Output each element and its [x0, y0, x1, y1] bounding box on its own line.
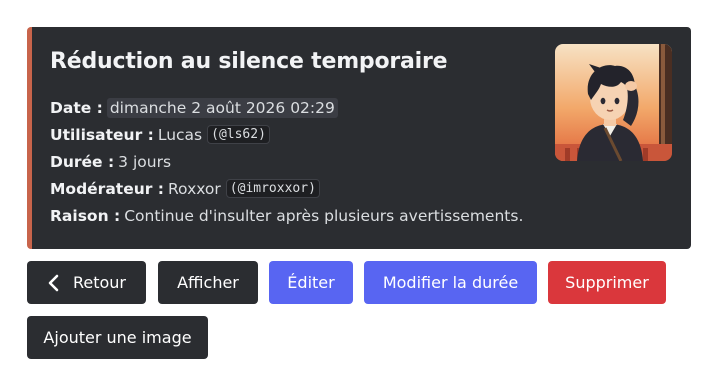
- edit-button-label: Éditer: [287, 273, 335, 292]
- field-moderator-label: Modérateur :: [50, 179, 164, 198]
- back-button-label: Retour: [72, 273, 127, 292]
- field-user: Utilisateur : Lucas (@ls62): [50, 121, 523, 148]
- field-duration-value: 3 jours: [118, 152, 172, 171]
- chevron-left-icon: [47, 274, 59, 292]
- change-duration-button-label: Modifier la durée: [382, 273, 519, 292]
- field-reason-value: Continue d'insulter après plusieurs aver…: [124, 206, 524, 225]
- field-reason-label: Raison :: [50, 206, 121, 225]
- field-user-handle: (@ls62): [207, 125, 270, 144]
- anime-avatar-image: [555, 44, 672, 161]
- add-image-button-label: Ajouter une image: [43, 328, 192, 347]
- field-date: Date : dimanche 2 août 2026 02:29: [50, 94, 523, 121]
- edit-button[interactable]: Éditer: [269, 261, 353, 304]
- field-duration-label: Durée :: [50, 152, 115, 171]
- back-button[interactable]: Retour: [27, 261, 146, 304]
- change-duration-button[interactable]: Modifier la durée: [364, 261, 537, 304]
- field-date-timestamp[interactable]: dimanche 2 août 2026 02:29: [106, 97, 338, 118]
- field-date-label: Date :: [50, 98, 103, 117]
- field-duration: Durée : 3 jours: [50, 148, 523, 175]
- field-moderator-handle: (@imroxxor): [225, 179, 320, 198]
- embed-fields: Date : dimanche 2 août 2026 02:29 Utilis…: [50, 94, 523, 229]
- embed-thumbnail[interactable]: [555, 44, 672, 161]
- field-moderator-name: Roxxor: [167, 179, 221, 198]
- view-button-label: Afficher: [177, 273, 239, 292]
- view-button[interactable]: Afficher: [158, 261, 258, 304]
- embed-title: Réduction au silence temporaire: [50, 49, 448, 74]
- delete-button[interactable]: Supprimer: [548, 261, 666, 304]
- field-user-name: Lucas: [157, 125, 203, 144]
- add-image-button[interactable]: Ajouter une image: [27, 316, 208, 359]
- sanction-embed: Réduction au silence temporaire Date : d…: [27, 27, 691, 249]
- field-moderator: Modérateur : Roxxor (@imroxxor): [50, 175, 523, 202]
- delete-button-label: Supprimer: [565, 273, 649, 292]
- field-reason: Raison : Continue d'insulter après plusi…: [50, 202, 523, 229]
- field-user-label: Utilisateur :: [50, 125, 154, 144]
